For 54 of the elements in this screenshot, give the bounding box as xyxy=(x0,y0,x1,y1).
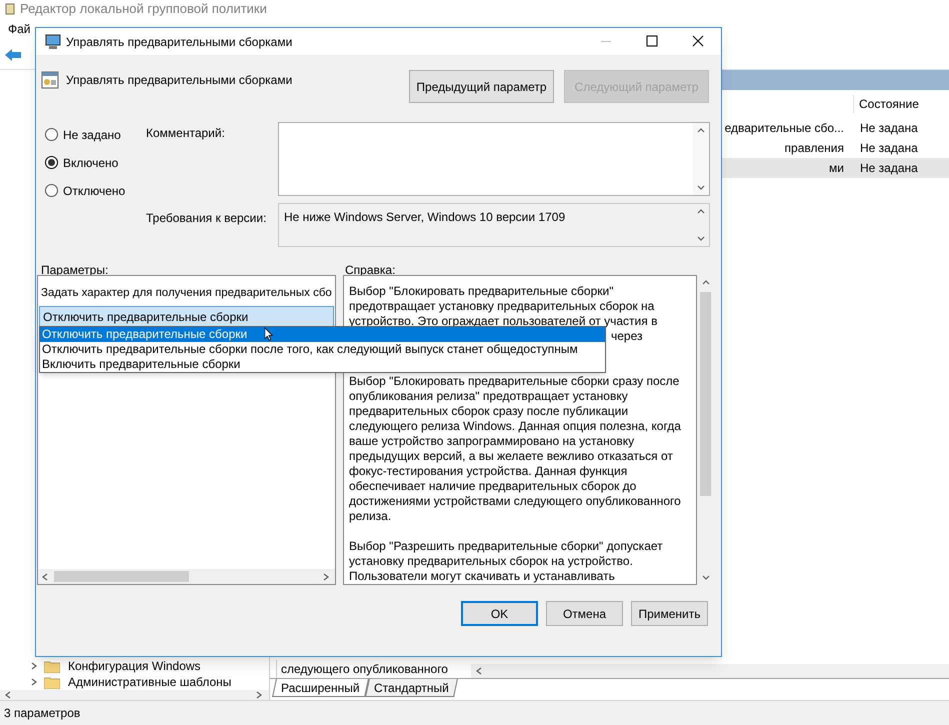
dialog-title: Управлять предварительными сборками xyxy=(66,34,292,50)
dropdown-option[interactable]: Отключить предварительные сборки после того, как следующий выпуск станет общедоступным xyxy=(40,342,605,357)
policy-settings-icon xyxy=(41,71,59,89)
state-radio[interactable]: Отключено xyxy=(45,182,144,199)
comment-field[interactable] xyxy=(278,122,710,196)
parameter-prompt: Задать характер для получения предварительных сбо xyxy=(40,286,333,301)
parameters-label: Параметры: xyxy=(40,262,110,275)
tree-item[interactable]: Административные шаблоны xyxy=(0,674,269,690)
dropdown-option[interactable]: Включить предварительные сборки xyxy=(40,357,605,372)
help-text-line: Пользователи могут скачивать и устанавливать xyxy=(349,569,615,583)
help-text-line: Выбор "Блокировать предварительные сборки" xyxy=(349,284,614,298)
policy-heading: Управлять предварительными сборками xyxy=(66,72,292,89)
help-text-line: установку предварительных сборок на устройство. xyxy=(349,554,633,568)
scroll-thumb[interactable] xyxy=(54,571,189,582)
view-tab[interactable]: Расширенный xyxy=(272,679,368,697)
column-header[interactable]: Состояние xyxy=(853,95,938,113)
window-title: Редактор локальной групповой политики xyxy=(20,0,267,18)
help-text-line: ваше устройство запрограммировано на установку xyxy=(349,434,634,448)
computer-icon xyxy=(44,34,62,50)
folder-icon xyxy=(44,660,60,672)
help-text-line: предыдущих версий, а вы желаете вежливо отказаться от xyxy=(349,449,673,463)
nav-button[interactable]: Предыдущий параметр xyxy=(409,70,554,103)
back-arrow-icon[interactable] xyxy=(4,48,22,62)
help-text-line: Выбор "Разрешить предварительные сборки" допускает xyxy=(349,539,663,553)
view-tab[interactable]: Стандартный xyxy=(364,679,458,697)
help-text-line: достижениями устройствами следующего опубликованного xyxy=(349,494,681,508)
help-text-line: устройство. Это ограждает пользователей от участия в xyxy=(349,314,658,328)
help-text-line: фокус-тестирования устройства. Данная функция xyxy=(349,464,628,478)
help-text-line: предотвращает установку предварительных сборок на xyxy=(349,299,654,313)
radio-indicator[interactable] xyxy=(45,128,58,141)
help-text-line: Выбор "Блокировать предварительные сборки сразу после xyxy=(349,374,680,388)
help-text-line: предварительных сборок сразу после публикации xyxy=(349,404,628,418)
requirements-text: Не ниже Windows Server, Windows 10 версии 1709 xyxy=(283,209,566,226)
tree-item[interactable]: Конфигурация Windows xyxy=(0,658,269,674)
requirements-label: Требования к версии: xyxy=(145,210,268,227)
dialog-button[interactable]: Отмена xyxy=(546,601,623,626)
status-bar: 3 параметров xyxy=(0,700,949,725)
comment-label: Комментарий: xyxy=(145,125,226,142)
help-text-line: релиза. xyxy=(349,509,392,523)
help-label: Справка: xyxy=(344,262,396,275)
help-text-line: через xyxy=(611,329,643,343)
help-text-line: следующего релиза Windows. Данная опция полезна, когда xyxy=(349,419,681,433)
dropdown-option[interactable]: Отключить предварительные сборки xyxy=(40,327,605,342)
parameter-combobox[interactable]: Отключить предварительные сборки xyxy=(39,306,334,328)
radio-indicator[interactable] xyxy=(45,156,58,169)
state-radio[interactable]: Включено xyxy=(45,154,144,171)
state-radio[interactable]: Не задано xyxy=(45,126,144,143)
dialog-button[interactable]: Применить xyxy=(631,601,708,626)
radio-indicator[interactable] xyxy=(45,184,58,197)
help-text-line: опубликования релиза" предотвращает установку xyxy=(349,389,628,403)
help-text-line: обеспечивает наличие предварительных сборок до xyxy=(349,479,636,493)
dialog-button[interactable]: OK xyxy=(461,601,538,626)
scroll-thumb[interactable] xyxy=(700,292,711,496)
menu-item[interactable]: Фай xyxy=(8,20,30,38)
